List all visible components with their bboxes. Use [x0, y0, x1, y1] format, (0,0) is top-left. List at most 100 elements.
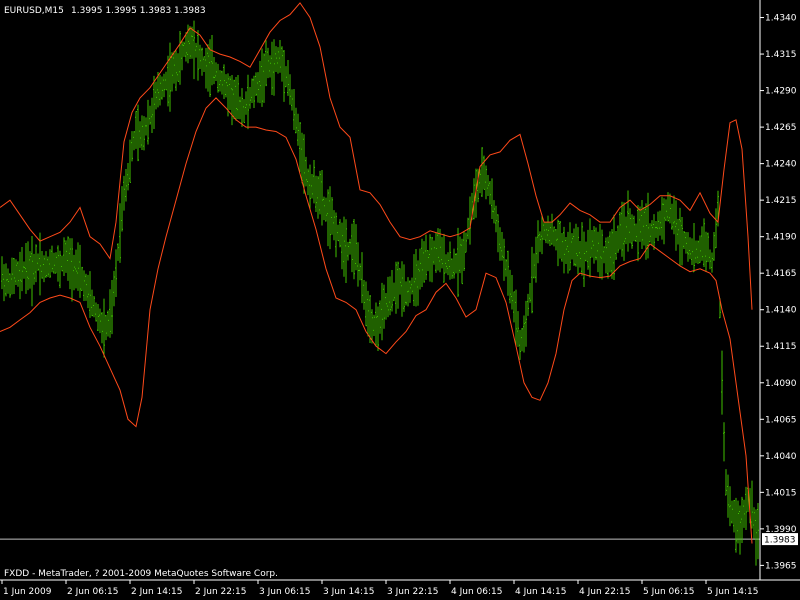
price-bar: [261, 48, 263, 107]
price-bar: [561, 232, 563, 262]
x-tick-label: 2 Jun 22:15: [195, 587, 246, 597]
price-bar: [633, 215, 635, 242]
plot-area[interactable]: [0, 2, 760, 566]
y-axis-ticks: 1.4340 1.4315 1.4290 1.4265 1.4240 1.4215 1.41…: [760, 14, 797, 571]
price-bar: [743, 499, 745, 528]
price-bar: [75, 249, 77, 289]
y-tick-label: 1.4240: [765, 160, 797, 170]
price-bar: [335, 212, 337, 258]
price-bar: [697, 240, 699, 265]
price-bar: [345, 219, 347, 284]
price-bar: [551, 213, 553, 245]
price-bar: [383, 284, 385, 329]
price-bar: [177, 53, 179, 82]
price-bar: [285, 66, 287, 88]
price-bar: [271, 41, 273, 95]
price-bar: [195, 42, 197, 58]
price-bar: [263, 53, 265, 103]
price-bar: [493, 200, 495, 224]
price-bar: [199, 44, 201, 69]
price-bar: [21, 247, 23, 292]
price-bar: [307, 168, 309, 196]
chart-window[interactable]: 1.4340 1.4315 1.4290 1.4265 1.4240 1.4215 1.41…: [0, 0, 800, 600]
price-bar: [23, 261, 25, 279]
price-chart[interactable]: 1.4340 1.4315 1.4290 1.4265 1.4240 1.4215 1.41…: [0, 0, 800, 600]
price-bar: [535, 236, 537, 283]
price-bar: [553, 226, 555, 247]
price-bar: [607, 236, 609, 279]
y-tick-label: 1.4165: [765, 269, 797, 279]
price-bar: [465, 232, 467, 253]
price-bar: [287, 60, 289, 96]
price-bar: [443, 233, 445, 283]
price-bar: [351, 223, 353, 273]
price-bar: [637, 205, 639, 262]
price-bar: [737, 500, 739, 544]
price-bar: [343, 216, 345, 277]
price-bar: [577, 227, 579, 275]
price-bar: [601, 229, 603, 280]
price-bar: [611, 229, 613, 279]
price-bar: [159, 74, 161, 106]
price-bar: [197, 30, 199, 81]
price-bar: [171, 52, 173, 92]
price-bar: [301, 132, 303, 184]
price-bar: [529, 283, 531, 303]
price-bar: [745, 486, 747, 531]
price-bar: [151, 97, 153, 133]
price-bar: [153, 75, 155, 130]
price-bar: [705, 231, 707, 273]
price-bar: [753, 507, 755, 539]
current-price-tag: 1.3983: [762, 533, 798, 546]
price-bar: [609, 231, 611, 273]
x-tick-label: 4 Jun 06:15: [451, 587, 502, 597]
price-bar: [3, 264, 5, 302]
price-bar: [573, 228, 575, 266]
price-bar: [627, 190, 629, 252]
price-bar: [679, 207, 681, 266]
price-bar: [707, 232, 709, 263]
price-bar: [397, 261, 399, 309]
price-bar: [141, 115, 143, 151]
price-bar: [487, 174, 489, 197]
price-bar: [357, 242, 359, 287]
price-bar: [527, 293, 529, 316]
price-bar: [161, 76, 163, 100]
price-bar: [61, 255, 63, 272]
price-bar: [739, 505, 741, 555]
price-bar: [657, 211, 659, 241]
x-tick-label: 3 Jun 22:15: [387, 587, 438, 597]
price-bar: [113, 270, 115, 307]
price-bar: [245, 91, 247, 115]
y-tick-label: 1.4215: [765, 196, 797, 206]
price-bar: [17, 261, 19, 287]
price-bar: [385, 293, 387, 320]
price-bar: [51, 245, 53, 273]
price-bar: [401, 261, 403, 317]
price-bar: [391, 270, 393, 312]
price-bar: [251, 78, 253, 103]
price-bar: [733, 500, 735, 533]
price-bar: [555, 228, 557, 251]
price-bar: [451, 258, 453, 279]
price-bar: [259, 60, 261, 104]
price-bar: [715, 208, 717, 249]
price-bar: [175, 50, 177, 91]
price-bar: [513, 291, 515, 323]
y-tick-label: 1.4065: [765, 415, 797, 425]
price-bar: [457, 227, 459, 297]
bollinger-upper-band: [0, 2, 753, 310]
price-bar: [687, 232, 689, 262]
y-tick-label: 1.4265: [765, 123, 797, 133]
price-bar: [621, 201, 623, 257]
price-bar: [79, 244, 81, 298]
price-bar: [703, 218, 705, 268]
price-bar: [117, 243, 119, 261]
price-bar: [267, 47, 269, 79]
price-bar: [655, 221, 657, 238]
price-bar: [193, 20, 195, 80]
ohlc-readout: 1.3995 1.3995 1.3983 1.3983: [71, 6, 206, 16]
price-bar: [289, 74, 291, 105]
price-bar: [133, 131, 135, 151]
price-bar: [5, 263, 7, 297]
